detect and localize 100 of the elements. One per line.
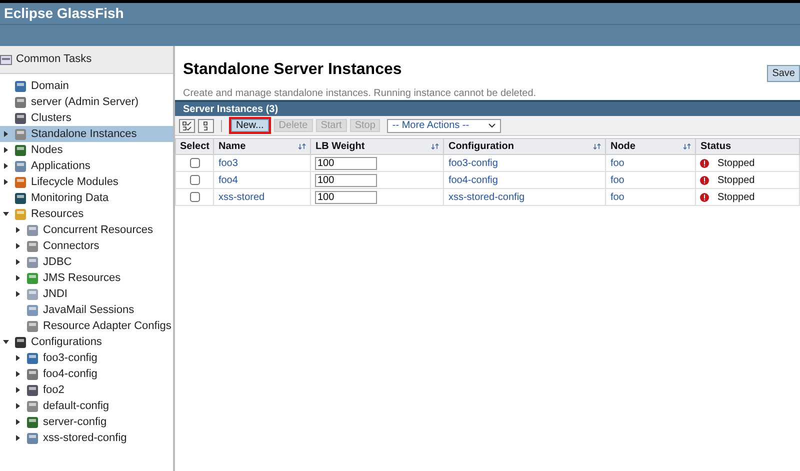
toolbar-button[interactable]: New... (231, 119, 269, 132)
tree-item[interactable]: Resources (0, 206, 173, 222)
tree-item[interactable]: Concurrent Resources (0, 222, 173, 238)
tree-item[interactable]: JDBC (0, 254, 173, 270)
tree-item-icon (26, 224, 39, 236)
tree-item[interactable]: Clusters (0, 110, 173, 126)
more-actions-dropdown[interactable]: -- More Actions -- (387, 118, 502, 132)
tree-item[interactable]: Lifecycle Modules (0, 174, 173, 190)
tree-item[interactable]: Resource Adapter Configs (0, 318, 173, 334)
chevron-down-icon (488, 123, 496, 128)
tree-item-icon (26, 400, 39, 412)
table-title: Server Instances (3) (183, 102, 278, 116)
tree-item-icon (14, 128, 27, 140)
tree-item[interactable]: foo2 (0, 382, 173, 398)
tree-item-icon (26, 352, 39, 364)
node-link[interactable]: foo (610, 192, 624, 202)
page-description: Create and manage standalone instances. Running instance cannot be deleted. (183, 87, 536, 101)
status-text: Stopped (717, 174, 755, 188)
collapsed-arrow-icon[interactable] (15, 243, 21, 249)
collapsed-arrow-icon[interactable] (15, 403, 21, 409)
configuration-link[interactable]: foo4-config (448, 174, 498, 186)
lb-weight-field[interactable]: 100 (315, 174, 378, 186)
tree-item[interactable]: Applications (0, 158, 173, 174)
deselect-all-button[interactable] (198, 118, 214, 132)
collapsed-arrow-icon[interactable] (15, 387, 21, 393)
tree-item-icon (26, 320, 39, 332)
row-checkbox[interactable] (190, 174, 200, 185)
tree-item[interactable]: server (Admin Server) (0, 94, 173, 110)
collapsed-arrow-icon[interactable] (15, 419, 21, 425)
tree-item[interactable]: JMS Resources (0, 270, 173, 286)
tree-item[interactable]: foo3-config (0, 350, 173, 366)
sort-icon[interactable] (593, 143, 602, 150)
sort-icon[interactable] (683, 143, 692, 150)
tree-item-icon (26, 416, 39, 428)
tree-item-icon (14, 144, 27, 156)
sidebar-title: Common Tasks (16, 52, 92, 68)
tree-item-icon (14, 160, 27, 172)
tree-item-icon (14, 96, 27, 108)
tree-item[interactable]: Standalone Instances (0, 126, 173, 142)
tasks-icon (0, 54, 12, 64)
tree-item[interactable]: Domain (0, 78, 173, 94)
collapsed-arrow-icon[interactable] (3, 163, 9, 169)
lb-weight-field[interactable]: 100 (315, 190, 378, 204)
collapsed-arrow-icon[interactable] (15, 371, 21, 377)
tree-item[interactable]: default-config (0, 398, 173, 414)
sort-icon[interactable] (431, 143, 440, 150)
tree-item-icon (14, 336, 27, 348)
column-header[interactable]: Status (696, 138, 800, 154)
tree-item-icon (26, 240, 39, 252)
collapsed-arrow-icon[interactable] (15, 227, 21, 233)
app-title: Eclipse GlassFish (4, 4, 124, 23)
node-link[interactable]: foo (610, 174, 624, 186)
collapsed-arrow-icon[interactable] (15, 259, 21, 265)
configuration-link[interactable]: foo3-config (448, 158, 498, 168)
checklist-icon (182, 120, 192, 130)
collapsed-arrow-icon[interactable] (3, 147, 9, 153)
sort-icon[interactable] (298, 143, 306, 150)
tree-item[interactable]: JNDI (0, 286, 173, 302)
tree-item-icon (26, 432, 39, 444)
tree-item[interactable]: Connectors (0, 238, 173, 254)
collapsed-arrow-icon[interactable] (15, 435, 21, 441)
tree-item[interactable]: Nodes (0, 142, 173, 158)
tree-item-icon (14, 208, 27, 220)
lb-weight-field[interactable]: 100 (315, 156, 378, 170)
column-header[interactable]: Select (176, 138, 214, 154)
save-button[interactable]: Save (767, 65, 800, 82)
tree-item[interactable]: foo4-config (0, 366, 173, 382)
tree-item-icon (26, 272, 39, 284)
tree-item-icon (26, 288, 39, 300)
expanded-arrow-icon[interactable] (3, 211, 9, 217)
column-header[interactable]: LB Weight (310, 138, 444, 154)
tree-item-icon (14, 176, 27, 188)
instance-link[interactable]: foo4 (218, 174, 238, 186)
column-header[interactable]: Node (606, 138, 696, 154)
row-checkbox[interactable] (190, 158, 200, 168)
error-icon (700, 158, 710, 168)
select-all-button[interactable] (179, 118, 195, 132)
tree-item[interactable]: JavaMail Sessions (0, 302, 173, 318)
status-text: Stopped (717, 156, 755, 170)
column-header[interactable]: Name (214, 138, 311, 154)
collapsed-arrow-icon[interactable] (15, 355, 21, 361)
collapsed-arrow-icon[interactable] (15, 275, 21, 281)
status-text: Stopped (717, 190, 755, 204)
tree-item-icon (26, 304, 39, 316)
tree-item[interactable]: Configurations (0, 334, 173, 350)
expanded-arrow-icon[interactable] (3, 339, 9, 345)
tree-item-icon (14, 80, 27, 92)
column-header[interactable]: Configuration (444, 138, 606, 154)
row-checkbox[interactable] (190, 192, 200, 202)
collapsed-arrow-icon[interactable] (3, 131, 9, 137)
node-link[interactable]: foo (610, 158, 624, 168)
tree-item[interactable]: server-config (0, 414, 173, 430)
tree-item[interactable]: Monitoring Data (0, 190, 173, 206)
error-icon (700, 192, 710, 202)
tree-item-icon (14, 112, 27, 124)
tree-item-icon (26, 256, 39, 268)
tree-item[interactable]: xss-stored-config (0, 430, 173, 446)
instance-link[interactable]: foo3 (218, 158, 238, 168)
collapsed-arrow-icon[interactable] (15, 291, 21, 297)
collapsed-arrow-icon[interactable] (3, 179, 9, 185)
